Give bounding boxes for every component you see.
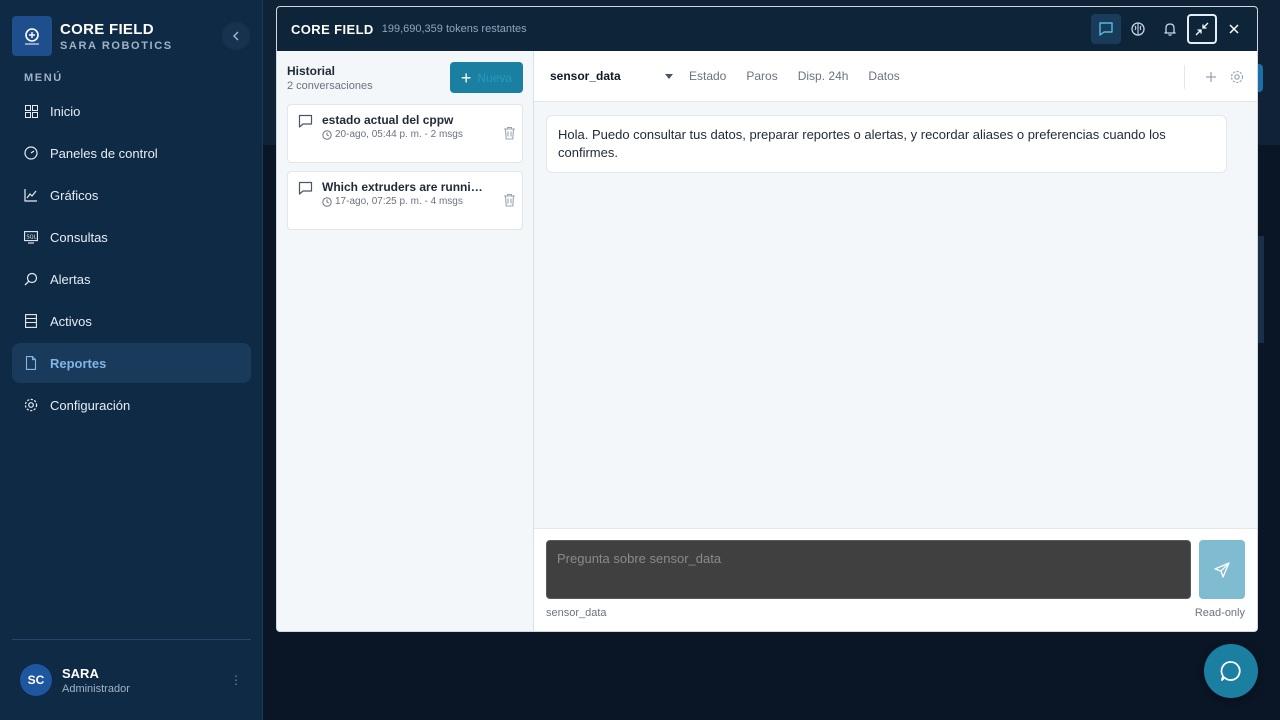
history-title: Historial <box>287 64 336 78</box>
tab-estado[interactable]: Estado <box>689 69 726 83</box>
modal-title: CORE FIELD <box>291 21 374 37</box>
chat-panel: sensor_data Estado Paros Disp. 24h Datos <box>534 51 1257 631</box>
add-button[interactable] <box>1201 67 1221 87</box>
sidebar-nav: Inicio Paneles de control Gráficos SQL C… <box>12 91 251 427</box>
collapse-sidebar-button[interactable] <box>222 22 250 50</box>
sidebar-item-label: Consultas <box>50 229 108 245</box>
trash-icon[interactable] <box>503 193 516 212</box>
tab-datos[interactable]: Datos <box>868 69 899 83</box>
assistant-message: Hola. Puedo consultar tus datos, prepara… <box>546 115 1227 173</box>
sidebar-item-label: Activos <box>50 313 92 329</box>
menu-label: MENÚ <box>24 72 63 84</box>
clock-icon <box>322 129 332 140</box>
ledger-icon <box>24 314 38 328</box>
open-chat-button[interactable] <box>1204 644 1258 698</box>
logo-icon <box>12 16 52 56</box>
sidebar-item-consultas[interactable]: SQL Consultas <box>12 217 251 257</box>
data-source-value: sensor_data <box>550 69 621 83</box>
brand-title: CORE FIELD <box>60 20 154 38</box>
sidebar-item-label: Configuración <box>50 397 131 413</box>
tab-disp-24h[interactable]: Disp. 24h <box>798 69 849 83</box>
brand-subtitle: SARA ROBOTICS <box>60 39 173 52</box>
trash-icon[interactable] <box>503 126 516 145</box>
conversation-title: Which extruders are running right now? <box>322 180 486 194</box>
conversation-meta: 17-ago, 07:25 p. m. - 4 msgs <box>322 196 463 207</box>
user-profile[interactable]: SC SARA Administrador ⋮ <box>20 664 248 696</box>
sql-icon: SQL <box>24 230 38 244</box>
gauge-icon <box>24 146 38 160</box>
conversation-meta-text: 20-ago, 05:44 p. m. - 2 msgs <box>335 129 463 140</box>
chat-icon <box>1099 22 1113 36</box>
minimize-icon <box>1195 22 1209 36</box>
line-chart-icon <box>24 188 38 202</box>
new-conversation-label: Nueva <box>477 70 513 85</box>
conversation-item[interactable]: Which extruders are running right now? 1… <box>287 171 523 230</box>
sidebar-item-label: Alertas <box>50 271 91 287</box>
caret-down-icon <box>665 73 673 79</box>
composer-source-label: sensor_data <box>546 607 607 619</box>
sidebar-item-alertas[interactable]: Alertas <box>12 259 251 299</box>
sidebar-item-reportes[interactable]: Reportes <box>12 343 251 383</box>
tab-paros[interactable]: Paros <box>746 69 777 83</box>
search-alert-icon <box>24 272 38 286</box>
brand: CORE FIELD SARA ROBOTICS <box>12 16 173 56</box>
close-icon <box>1229 24 1239 34</box>
history-count: 2 conversaciones <box>287 80 373 92</box>
sidebar-item-label: Reportes <box>50 355 107 371</box>
plus-icon: + <box>460 67 472 88</box>
conversation-meta: 20-ago, 05:44 p. m. - 2 msgs <box>322 129 463 140</box>
send-button[interactable] <box>1199 540 1245 599</box>
close-button[interactable] <box>1219 14 1249 44</box>
data-source-select[interactable]: sensor_data <box>550 69 673 83</box>
brain-icon <box>1131 22 1145 36</box>
chat-icon <box>298 181 313 201</box>
sidebar-item-label: Inicio <box>50 103 81 119</box>
clock-icon <box>322 196 332 207</box>
minimize-button[interactable] <box>1187 14 1217 44</box>
sidebar-item-graficos[interactable]: Gráficos <box>12 175 251 215</box>
chat-icon <box>298 114 313 134</box>
sidebar-item-activos[interactable]: Activos <box>12 301 251 341</box>
avatar: SC <box>20 664 52 696</box>
user-name: SARA <box>62 665 99 681</box>
sidebar-item-label: Paneles de control <box>50 145 158 161</box>
composer-mode-label: Read-only <box>1194 607 1245 619</box>
composer: Pregunta sobre sensor_data sensor_data R… <box>534 528 1257 631</box>
svg-text:SQL: SQL <box>27 235 37 241</box>
sidebar-item-label: Gráficos <box>50 187 99 203</box>
chat-toolbar: sensor_data Estado Paros Disp. 24h Datos <box>534 51 1257 102</box>
gear-icon <box>1230 70 1244 84</box>
notifications-button[interactable] <box>1155 14 1185 44</box>
conversation-item[interactable]: estado actual del cppw 20-ago, 05:44 p. … <box>287 104 523 163</box>
user-role: Administrador <box>62 682 130 695</box>
chat-tab-button[interactable] <box>1091 14 1121 44</box>
sidebar-item-configuracion[interactable]: Configuración <box>12 385 251 425</box>
sidebar-item-paneles[interactable]: Paneles de control <box>12 133 251 173</box>
chat-input[interactable]: Pregunta sobre sensor_data <box>546 540 1191 599</box>
conversation-meta-text: 17-ago, 07:25 p. m. - 4 msgs <box>335 196 463 207</box>
conversation-title: estado actual del cppw <box>322 113 454 127</box>
brain-button[interactable] <box>1123 14 1153 44</box>
gear-icon <box>24 398 38 412</box>
grid-icon <box>24 104 38 118</box>
quick-tabs: Estado Paros Disp. 24h Datos <box>689 69 920 83</box>
bell-icon <box>1164 23 1176 36</box>
send-icon <box>1214 561 1230 578</box>
chevron-left-icon <box>232 31 239 41</box>
new-conversation-button[interactable]: + Nueva <box>450 62 523 93</box>
file-icon <box>24 356 38 370</box>
chat-bubble-icon <box>1220 661 1241 681</box>
modal-header: CORE FIELD 199,690,359 tokens restantes <box>277 7 1257 51</box>
assistant-modal: CORE FIELD 199,690,359 tokens restantes … <box>276 6 1258 632</box>
sidebar-divider <box>12 639 251 640</box>
settings-button[interactable] <box>1227 67 1247 87</box>
sidebar: CORE FIELD SARA ROBOTICS MENÚ Inicio Pan… <box>0 0 263 720</box>
toolbar-divider <box>1184 65 1185 89</box>
sidebar-item-inicio[interactable]: Inicio <box>12 91 251 131</box>
history-panel: Historial 2 conversaciones + Nueva estad… <box>277 51 534 631</box>
tokens-remaining: 199,690,359 tokens restantes <box>381 23 527 35</box>
plus-icon <box>1206 72 1216 82</box>
more-vertical-icon[interactable]: ⋮ <box>230 673 242 687</box>
